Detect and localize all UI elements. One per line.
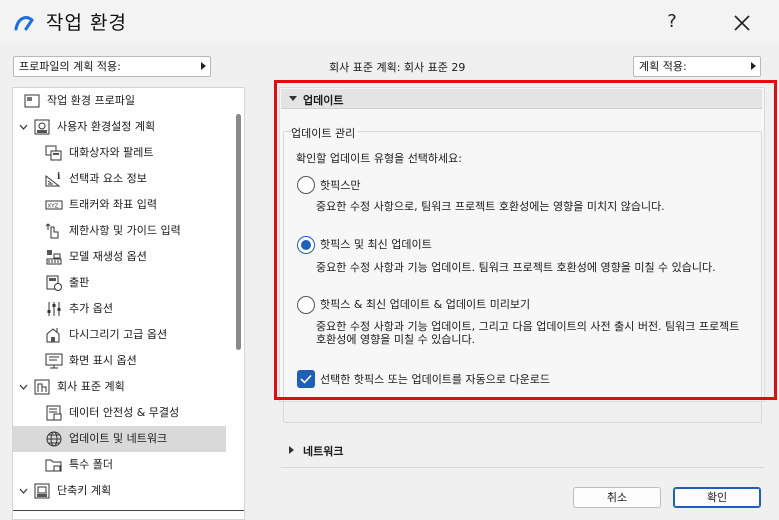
window-title: 작업 환경 <box>46 12 127 34</box>
tree-item-dialogs[interactable]: 대화상자와 팔레트 <box>13 140 244 166</box>
option-hotfix-only-title: 핫픽스만 <box>320 179 361 192</box>
triangle-down-icon <box>289 96 297 101</box>
update-section-title: 업데이트 <box>303 94 344 107</box>
arrow-right-icon <box>201 62 206 70</box>
arrow-right-icon <box>751 62 756 70</box>
auto-download-checkbox[interactable] <box>297 370 315 388</box>
triangle-right-icon <box>289 446 294 454</box>
data-safety-icon <box>46 405 62 421</box>
svg-text:i: i <box>57 172 61 182</box>
company-scheme-icon <box>34 379 50 395</box>
tree-item-user-scheme[interactable]: 사용자 환경설정 계획 <box>13 114 244 140</box>
tree-item-label: 출판 <box>69 276 90 289</box>
close-icon[interactable] <box>728 9 756 37</box>
tree-item-tracker[interactable]: XYZ 트래커와 좌표 입력 <box>13 192 244 218</box>
chevron-down-icon[interactable] <box>19 123 28 132</box>
tree-item-selection[interactable]: i 선택과 요소 정보 <box>13 166 244 192</box>
tree-item-redraw[interactable]: 다시그리기 고급 옵션 <box>13 322 244 348</box>
folder-icon <box>45 459 62 472</box>
svg-text:XYZ: XYZ <box>48 204 59 210</box>
tree-item-label: 작업 환경 프로파일 <box>47 94 135 107</box>
tree-item-data-safety[interactable]: 데이터 안전성 & 무결성 <box>13 400 244 426</box>
tree-partial-row <box>13 510 244 511</box>
model-icon <box>46 250 62 265</box>
settings-tree: 작업 환경 프로파일 사용자 환경설정 계획 대화상자와 팔레트 i 선택과 요… <box>12 87 245 520</box>
update-type-prompt: 확인할 업데이트 유형을 선택하세요: <box>296 152 462 165</box>
tree-item-label: 사용자 환경설정 계획 <box>57 120 156 133</box>
tree-item-label: 선택과 요소 정보 <box>69 172 147 185</box>
constraints-icon <box>45 223 59 239</box>
tree-item-label: 특수 폴더 <box>69 458 113 471</box>
tree-item-label: 모델 재생성 옵션 <box>69 250 147 263</box>
tree-item-workenv-profiles[interactable]: 작업 환경 프로파일 <box>13 88 244 114</box>
current-scheme-label: 회사 표준 계획: 회사 표준 29 <box>329 61 466 74</box>
tree-item-label: 대화상자와 팔레트 <box>69 146 154 159</box>
redraw-icon <box>46 328 60 343</box>
tracker-icon: XYZ <box>45 200 63 210</box>
footer-divider <box>281 467 764 468</box>
tree-item-label: 단축키 계획 <box>57 484 112 497</box>
title-bar: 작업 환경 ? <box>0 0 779 44</box>
cancel-button[interactable]: 취소 <box>573 487 661 508</box>
selection-icon: i <box>45 172 61 187</box>
chevron-down-icon[interactable] <box>19 487 28 496</box>
tree-item-shortcut-scheme[interactable]: 단축키 계획 <box>13 478 244 504</box>
radio-hotfix-and-updates[interactable] <box>297 236 315 254</box>
option-preview-desc: 중요한 수정 사항과 기능 업데이트, 그리고 다음 업데이트의 사전 출시 버… <box>316 320 740 346</box>
tree-item-constraints[interactable]: 제한사항 및 가이드 입력 <box>13 218 244 244</box>
option-preview-title: 핫픽스 & 최신 업데이트 & 업데이트 미리보기 <box>320 298 531 311</box>
tree-scrollbar[interactable] <box>236 114 241 350</box>
network-section-title: 네트워크 <box>303 445 344 458</box>
radio-hotfix-updates-preview[interactable] <box>297 296 315 314</box>
tree-item-label: 다시그리기 고급 옵션 <box>69 328 168 341</box>
more-options-icon <box>47 302 61 316</box>
update-section-header[interactable]: 업데이트 <box>281 89 762 109</box>
tree-item-more-options[interactable]: 추가 옵션 <box>13 296 244 322</box>
publish-icon <box>46 275 62 291</box>
radio-hotfix-only[interactable] <box>297 176 315 194</box>
checkmark-icon <box>300 374 312 384</box>
option-hotfix-updates-desc: 중요한 수정 사항과 기능 업데이트. 팀워크 프로젝트 호환성에 영향을 미칠… <box>316 261 716 274</box>
dialogs-icon <box>45 145 62 161</box>
tree-item-publish[interactable]: 출판 <box>13 270 244 296</box>
tree-item-update-network[interactable]: 업데이트 및 네트워크 <box>13 426 226 452</box>
tree-item-label: 제한사항 및 가이드 입력 <box>69 224 181 237</box>
profile-scheme-select[interactable]: 프로파일의 계획 적용: <box>13 56 211 77</box>
auto-download-label: 선택한 핫픽스 또는 업데이트를 자동으로 다운로드 <box>320 373 551 386</box>
tree-item-label: 추가 옵션 <box>69 302 113 315</box>
tree-item-company-scheme[interactable]: 회사 표준 계획 <box>13 374 244 400</box>
tree-item-model-rebuild[interactable]: 모델 재생성 옵션 <box>13 244 244 270</box>
network-section-header[interactable]: 네트워크 <box>281 440 764 460</box>
tree-item-label: 트래커와 좌표 입력 <box>69 198 157 211</box>
tree-item-special-folders[interactable]: 특수 폴더 <box>13 452 244 478</box>
user-scheme-icon <box>34 119 50 135</box>
option-hotfix-only-desc: 중요한 수정 사항으로, 팀워크 프로젝트 호환성에는 영향을 미치지 않습니다… <box>316 200 665 213</box>
globe-icon <box>46 431 62 447</box>
help-button[interactable]: ? <box>660 10 684 34</box>
display-icon <box>45 353 63 369</box>
option-hotfix-updates-title: 핫픽스 및 최신 업데이트 <box>320 238 432 251</box>
tree-item-display[interactable]: 화면 표시 옵션 <box>13 348 244 374</box>
tree-item-label: 업데이트 및 네트워크 <box>69 432 168 445</box>
tree-item-label: 회사 표준 계획 <box>57 380 125 393</box>
profile-icon <box>24 94 40 108</box>
apply-scheme-select-label: 계획 적용: <box>639 60 687 73</box>
update-management-label: 업데이트 관리 <box>291 125 359 141</box>
profile-scheme-select-label: 프로파일의 계획 적용: <box>19 60 121 73</box>
shortcut-scheme-icon <box>34 483 50 499</box>
tree-item-label: 데이터 안전성 & 무결성 <box>69 406 180 419</box>
tree-item-label: 화면 표시 옵션 <box>69 354 137 367</box>
apply-scheme-select[interactable]: 계획 적용: <box>633 56 761 77</box>
ok-button[interactable]: 확인 <box>673 487 761 508</box>
chevron-down-icon[interactable] <box>19 383 28 392</box>
archicad-logo-icon <box>14 16 34 31</box>
